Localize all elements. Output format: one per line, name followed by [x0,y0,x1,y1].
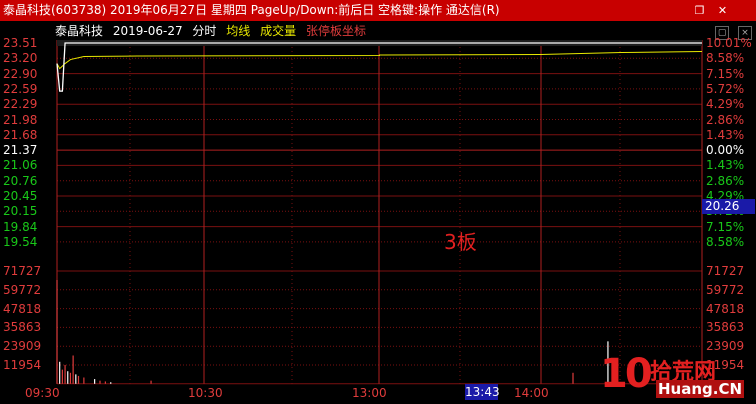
price-tick-label: 21.68 [3,127,38,142]
volume-tick-label: 23909 [3,339,42,354]
percent-tick-label: 10.01% [706,36,752,50]
time-tick-label: 14:00 [514,386,549,400]
percent-tick-label: 8.58% [706,51,745,66]
annotation-text: 3板 [444,230,477,254]
volume-tick-label: 47818 [706,301,745,316]
volume-tick-label: 59772 [706,282,745,297]
time-tick-label: 10:30 [188,386,223,400]
time-tick-label: 09:30 [25,386,60,400]
price-tick-label: 20.76 [3,173,38,188]
time-tick-label: 13:00 [352,386,387,400]
intraday-chart [56,40,703,385]
price-tick-label: 21.06 [3,158,38,173]
price-tick-label: 22.90 [3,66,38,81]
percent-tick-label: 7.15% [706,219,745,234]
price-tick-label: 22.29 [3,97,38,112]
percent-tick-label: 8.58% [706,234,745,249]
price-tick-label: 20.45 [3,189,38,203]
current-price-badge: 20.26 [702,199,755,214]
watermark-logo: 10 拾荒网 Huang.CN [600,352,750,400]
cursor-time-badge: 13:43 [465,384,500,400]
percent-tick-label: 2.86% [706,112,745,127]
price-tick-label: 23.51 [3,36,38,50]
price-tick-label: 22.59 [3,81,38,96]
volume-tick-label: 71727 [3,264,42,278]
percent-tick-label: 5.72% [706,81,745,96]
price-tick-label: 19.54 [3,234,38,249]
volume-tick-label: 35863 [706,320,745,335]
price-tick-label: 20.15 [3,204,38,219]
volume-bars [56,280,609,384]
percent-tick-label: 1.43% [706,127,745,142]
percent-tick-label: 1.43% [706,158,745,173]
volume-tick-label: 71727 [706,264,745,278]
volume-tick-label: 59772 [3,282,42,297]
volume-tick-label: 47818 [3,301,42,316]
price-tick-label: 19.84 [3,219,38,234]
volume-tick-label: 11954 [3,358,42,372]
price-tick-label: 21.37 [3,143,38,158]
chart-grid [56,40,703,385]
volume-tick-label: 35863 [3,320,42,335]
watermark-en: Huang.CN [656,380,745,398]
percent-tick-label: 7.15% [706,66,745,81]
percent-tick-label: 2.86% [706,173,745,188]
percent-tick-label: 0.00% [706,143,745,158]
watermark-number: 10 [600,351,653,397]
percent-tick-label: 4.29% [706,97,745,112]
price-tick-label: 21.98 [3,112,38,127]
price-tick-label: 23.20 [3,51,38,66]
